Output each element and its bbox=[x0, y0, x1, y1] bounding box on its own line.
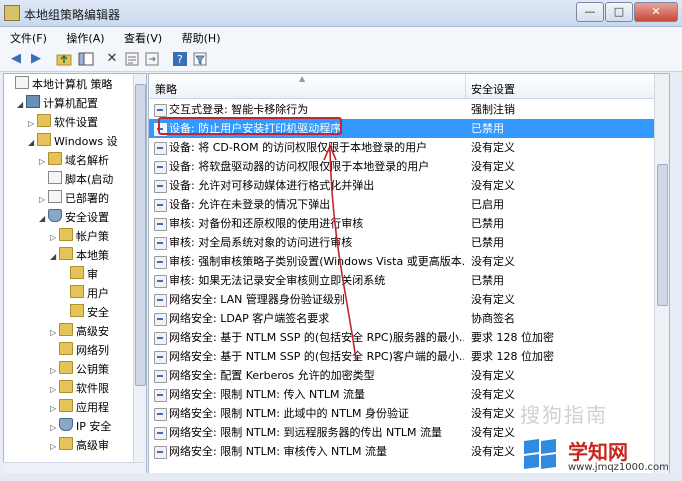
site-url: www.jmqz1000.com bbox=[568, 462, 669, 473]
site-logo: 学知网 www.jmqz1000.com bbox=[520, 434, 680, 478]
policy-editor-window: 本地组策略编辑器 — □ ✕ 文件(F) 操作(A) 查看(V) 帮助(H) ◀… bbox=[0, 0, 682, 481]
site-name: 学知网 bbox=[568, 440, 628, 464]
windows-logo-icon bbox=[524, 438, 560, 472]
watermark-text: 搜狗指南 bbox=[520, 403, 608, 427]
